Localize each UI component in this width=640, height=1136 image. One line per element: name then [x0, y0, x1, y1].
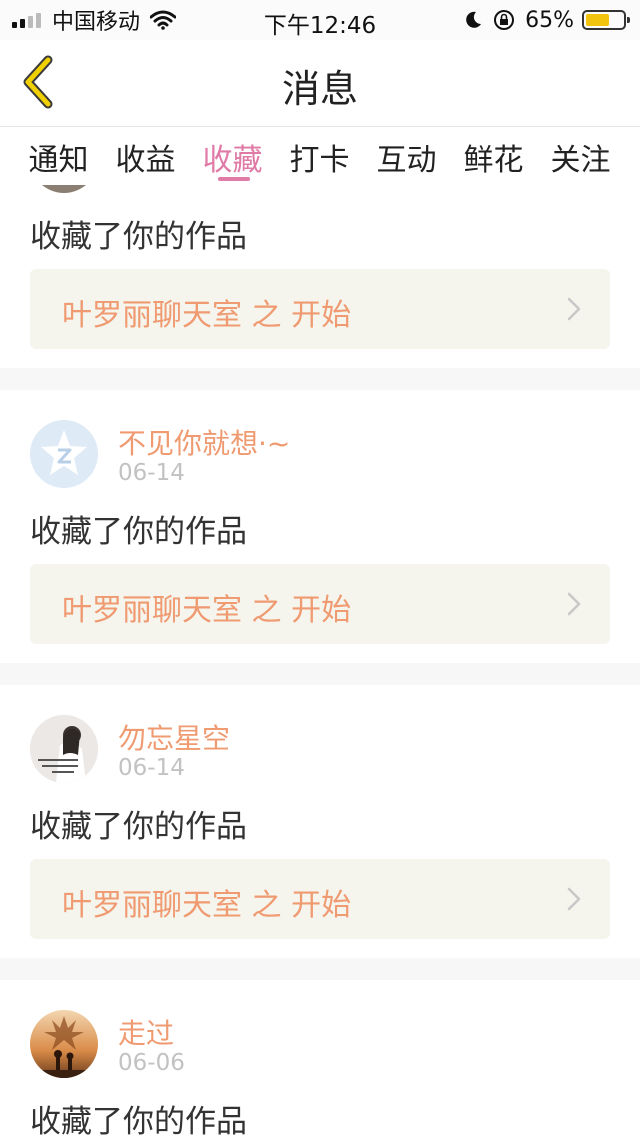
active-tab-indicator — [218, 177, 250, 181]
user-name[interactable]: 不见你就想·~ — [118, 422, 290, 462]
tab-notice[interactable]: 通知 — [15, 127, 102, 185]
user-name[interactable]: 勿忘星空 — [118, 717, 230, 757]
tab-checkin[interactable]: 打卡 — [276, 127, 363, 185]
work-title: 叶罗丽聊天室 之 开始 — [62, 593, 352, 628]
tab-flowers[interactable]: 鲜花 — [450, 127, 537, 185]
user-name[interactable]: 走过 — [118, 1012, 174, 1052]
tab-follow[interactable]: 关注 — [537, 127, 624, 185]
tab-label: 打卡 — [289, 143, 350, 178]
tab-bar: 通知 收益 收藏 打卡 互动 鲜花 关注 — [0, 127, 640, 185]
sunset-photo-avatar[interactable] — [30, 1010, 98, 1078]
work-title: 叶罗丽聊天室 之 开始 — [62, 888, 352, 923]
list-item: 走过 06-06 收藏了你的作品 — [0, 980, 640, 1136]
rotation-lock-icon — [494, 10, 515, 30]
battery-percent: 65% — [525, 7, 574, 33]
work-title: 叶罗丽聊天室 之 开始 — [62, 298, 352, 333]
chevron-right-icon — [567, 592, 581, 616]
action-text: 收藏了你的作品 — [30, 219, 247, 255]
action-text: 收藏了你的作品 — [30, 514, 247, 550]
qzone-star-avatar[interactable] — [30, 420, 98, 488]
battery-fill — [586, 14, 610, 26]
battery-icon — [582, 10, 630, 30]
action-text: 收藏了你的作品 — [30, 1104, 247, 1136]
page-title: 消息 — [281, 67, 358, 111]
chevron-right-icon — [567, 297, 581, 321]
nav-bar: 消息 — [0, 40, 640, 127]
work-link[interactable]: 叶罗丽聊天室 之 开始 — [30, 269, 610, 349]
tab-label: 鲜花 — [463, 143, 524, 178]
work-link[interactable]: 叶罗丽聊天室 之 开始 — [30, 564, 610, 644]
status-bar: 中国移动 下午12:46 65% — [0, 0, 640, 40]
favorite-date: 06-06 — [118, 1050, 185, 1076]
tab-earnings[interactable]: 收益 — [102, 127, 189, 185]
status-right: 65% — [463, 6, 630, 34]
girl-photo-avatar[interactable] — [30, 715, 98, 783]
chevron-right-icon — [567, 887, 581, 911]
list-item: 收藏了你的作品 叶罗丽聊天室 之 开始 — [0, 185, 640, 368]
tab-label: 关注 — [550, 143, 611, 178]
work-link[interactable]: 叶罗丽聊天室 之 开始 — [30, 859, 610, 939]
tab-interaction[interactable]: 互动 — [363, 127, 450, 185]
tab-label: 收藏 — [202, 143, 263, 178]
tab-label: 互动 — [376, 143, 437, 178]
favorites-feed[interactable]: 收藏了你的作品 叶罗丽聊天室 之 开始 不见你就想·~ 06-14 收藏了你的作… — [0, 185, 640, 1136]
moon-icon — [466, 11, 482, 28]
list-item: 不见你就想·~ 06-14 收藏了你的作品 叶罗丽聊天室 之 开始 — [0, 390, 640, 663]
tab-label: 收益 — [115, 143, 176, 178]
action-text: 收藏了你的作品 — [30, 809, 247, 845]
list-item: 勿忘星空 06-14 收藏了你的作品 叶罗丽聊天室 之 开始 — [0, 685, 640, 958]
favorite-date: 06-14 — [118, 460, 185, 486]
favorite-date: 06-14 — [118, 755, 185, 781]
tab-label: 通知 — [28, 143, 89, 178]
user-avatar[interactable] — [30, 185, 98, 193]
tab-favorites[interactable]: 收藏 — [189, 127, 276, 185]
